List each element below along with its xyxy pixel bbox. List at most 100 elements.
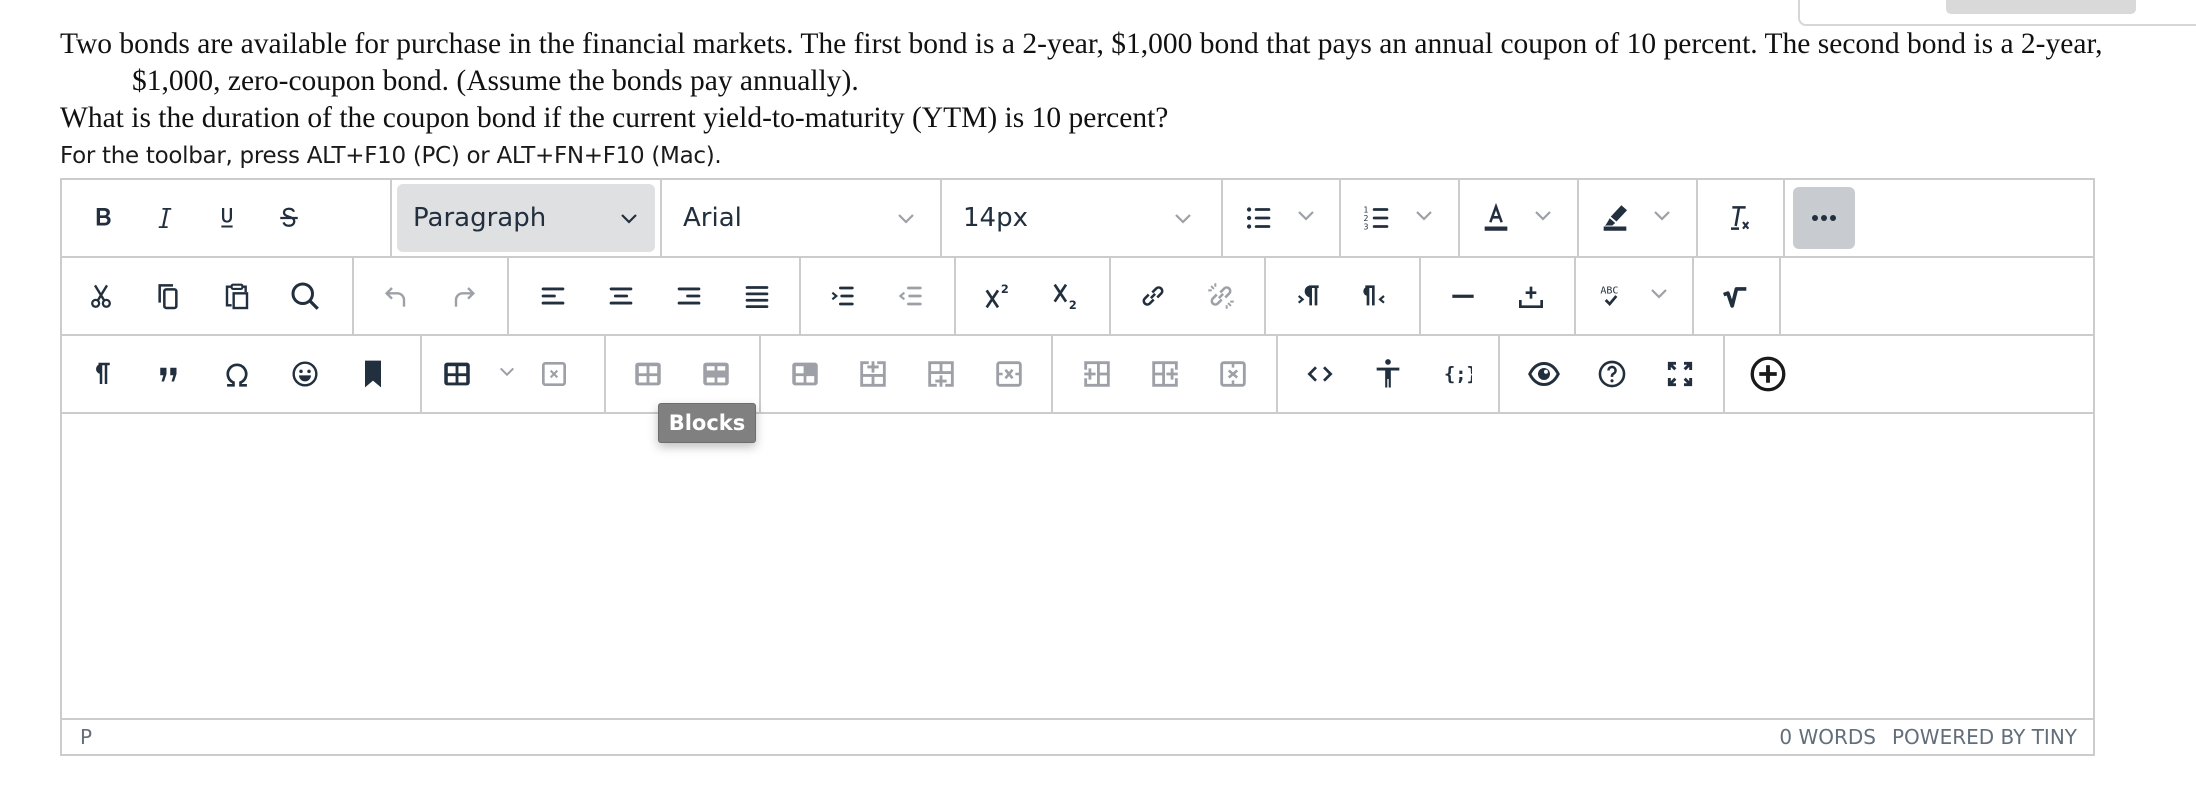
undo-button[interactable] <box>362 265 430 327</box>
editor-content-area[interactable] <box>62 416 2093 720</box>
blocks-dropdown[interactable]: Paragraph <box>397 184 655 252</box>
link-button[interactable] <box>1119 265 1187 327</box>
subscript-button[interactable]: 2 <box>1032 265 1100 327</box>
indent-button[interactable] <box>809 265 877 327</box>
math-equation-button[interactable] <box>1704 265 1766 327</box>
toolbar-hint: For the toolbar, press ALT+F10 (PC) or A… <box>60 143 722 169</box>
svg-text:{;}: {;} <box>1444 365 1472 386</box>
add-content-button[interactable] <box>1737 343 1799 405</box>
delete-row-icon <box>992 357 1026 391</box>
toolbar-group-text-color <box>1460 180 1579 256</box>
outdent-button[interactable] <box>877 265 945 327</box>
align-left-button[interactable] <box>519 265 587 327</box>
top-right-button[interactable] <box>1946 0 2136 14</box>
text-color-button[interactable] <box>1465 187 1565 249</box>
rtl-button[interactable] <box>1342 265 1410 327</box>
bold-button[interactable] <box>72 187 134 249</box>
font-family-dropdown[interactable]: Arial <box>667 184 932 252</box>
align-center-button[interactable] <box>587 265 655 327</box>
clear-formatting-button[interactable] <box>1708 187 1770 249</box>
insert-template-button[interactable] <box>1497 265 1565 327</box>
rich-text-editor: Paragraph Arial 14px 123 Blocks 2 2 ABC … <box>60 178 2095 756</box>
font-size-dropdown[interactable]: 14px <box>947 184 1209 252</box>
blocks-value: Paragraph <box>413 203 547 233</box>
bold-icon <box>88 203 118 233</box>
delete-col-button[interactable] <box>1199 343 1267 405</box>
superscript-button[interactable]: 2 <box>964 265 1032 327</box>
toolbar-group-history <box>354 258 509 334</box>
insert-col-after-button[interactable] <box>1131 343 1199 405</box>
italic-button[interactable] <box>134 187 196 249</box>
copy-button[interactable] <box>135 265 203 327</box>
clipboard-icon <box>221 280 253 312</box>
question-paragraph-1: Two bonds are available for purchase in … <box>60 28 2103 97</box>
bookmark-button[interactable] <box>339 343 407 405</box>
code-sample-icon: {;} <box>1440 358 1472 390</box>
omega-icon <box>220 357 254 391</box>
toolbar-row-1: Paragraph Arial 14px 123 <box>62 180 2093 258</box>
find-replace-button[interactable] <box>271 265 339 327</box>
indent-icon <box>827 280 859 312</box>
spellcheck-icon: ABC <box>1595 280 1627 312</box>
ltr-button[interactable] <box>1274 265 1342 327</box>
toolbar-group-script: 2 2 <box>956 258 1111 334</box>
underline-button[interactable] <box>196 187 258 249</box>
toolbar-group-table-cols <box>1053 336 1278 412</box>
insert-row-after-button[interactable] <box>907 343 975 405</box>
table-row-props-button[interactable] <box>614 343 682 405</box>
emoticons-button[interactable] <box>271 343 339 405</box>
blockquote-button[interactable] <box>135 343 203 405</box>
toolbar-group-table-rows <box>761 336 1053 412</box>
merge-cells-button[interactable] <box>771 343 839 405</box>
more-button[interactable] <box>1793 187 1855 249</box>
merge-cells-icon <box>788 357 822 391</box>
chevron-down-icon <box>1414 209 1434 223</box>
fullscreen-button[interactable] <box>1646 343 1714 405</box>
delete-table-button[interactable] <box>520 343 588 405</box>
justify-button[interactable] <box>723 265 791 327</box>
show-blocks-button[interactable] <box>67 343 135 405</box>
preview-button[interactable] <box>1510 343 1578 405</box>
strikethrough-button[interactable] <box>258 187 320 249</box>
table-cell-props-button[interactable] <box>682 343 750 405</box>
accessibility-checker-button[interactable] <box>1354 343 1422 405</box>
insert-col-before-button[interactable] <box>1063 343 1131 405</box>
toolbar-row-2: 2 2 ABC <box>62 258 2093 336</box>
redo-button[interactable] <box>430 265 498 327</box>
element-path[interactable]: P <box>80 725 92 749</box>
horizontal-rule-button[interactable] <box>1429 265 1497 327</box>
question-paragraph-2: What is the duration of the coupon bond … <box>60 102 1169 134</box>
unlink-button[interactable] <box>1187 265 1255 327</box>
table-button[interactable] <box>430 343 520 405</box>
svg-text:2: 2 <box>1069 298 1077 312</box>
paste-button[interactable] <box>203 265 271 327</box>
word-count[interactable]: 0 WORDS <box>1779 725 1876 749</box>
special-character-button[interactable] <box>203 343 271 405</box>
numbered-list-button[interactable]: 123 <box>1346 187 1446 249</box>
paragraph-icon <box>86 359 116 389</box>
powered-by-link[interactable]: POWERED BY TINY <box>1892 725 2077 749</box>
help-button[interactable] <box>1578 343 1646 405</box>
svg-text:2: 2 <box>1001 282 1009 296</box>
code-sample-button[interactable]: {;} <box>1422 343 1490 405</box>
insert-row-before-button[interactable] <box>839 343 907 405</box>
delete-table-icon <box>538 358 570 390</box>
link-icon <box>1136 279 1170 313</box>
insert-row-after-icon <box>924 357 958 391</box>
eye-icon <box>1526 356 1562 392</box>
spellcheck-button[interactable]: ABC <box>1581 265 1681 327</box>
svg-text:3: 3 <box>1364 222 1369 231</box>
toolbar-group-code: {;} <box>1278 336 1500 412</box>
toolbar-group-view <box>1500 336 1725 412</box>
cut-button[interactable] <box>67 265 135 327</box>
align-right-button[interactable] <box>655 265 723 327</box>
toolbar-group-insert-misc <box>62 336 422 412</box>
text-color-icon <box>1479 201 1513 235</box>
bullet-list-button[interactable] <box>1228 187 1328 249</box>
insert-column-before-icon <box>1080 357 1114 391</box>
delete-row-button[interactable] <box>975 343 1043 405</box>
highlight-color-button[interactable] <box>1584 187 1684 249</box>
chevron-down-icon <box>1296 209 1316 223</box>
source-code-button[interactable] <box>1286 343 1354 405</box>
table-cell-props-icon <box>699 357 733 391</box>
